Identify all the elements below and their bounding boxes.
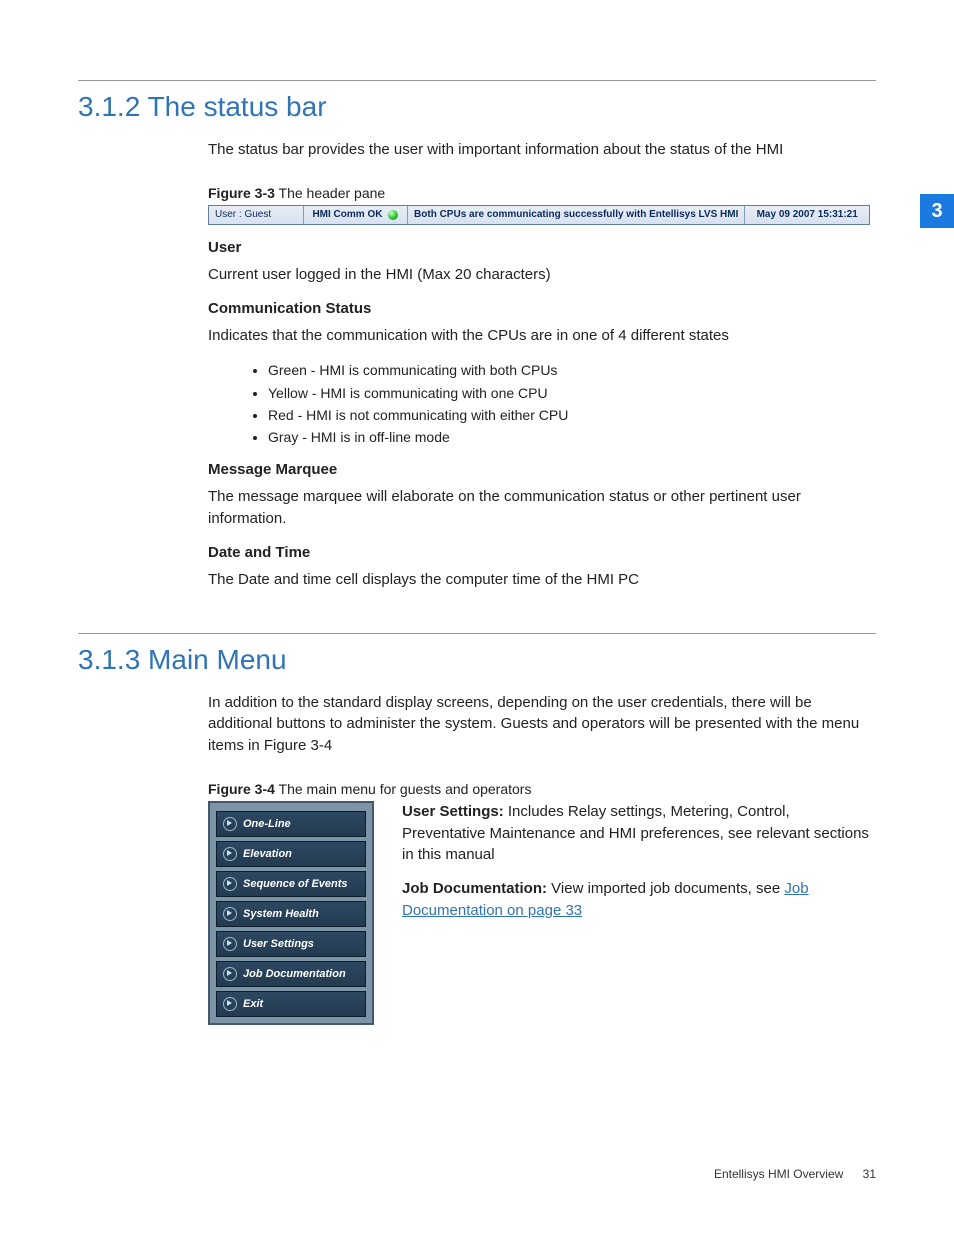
document-page: 3 3.1.2 The status bar The status bar pr… [0, 0, 954, 1235]
heading-3-1-3: 3.1.3 Main Menu [78, 633, 876, 676]
menu-item-label: One-Line [243, 818, 291, 830]
figure-3-4-caption: Figure 3-4 The main menu for guests and … [208, 781, 876, 797]
menu-item-user-settings[interactable]: User Settings [216, 931, 366, 957]
figure-3-3-caption: Figure 3-3 The header pane [208, 185, 876, 201]
menu-item-one-line[interactable]: One-Line [216, 811, 366, 837]
job-documentation-pretext: View imported job documents, see [547, 880, 784, 897]
chapter-tab: 3 [920, 194, 954, 228]
play-icon [223, 937, 237, 951]
subhead-datetime: Date and Time [208, 544, 876, 561]
menu-item-exit[interactable]: Exit [216, 991, 366, 1017]
user-settings-label: User Settings: [402, 803, 504, 820]
menu-item-label: Sequence of Events [243, 878, 348, 890]
statusbar-comm-text: HMI Comm OK [312, 209, 382, 220]
menu-item-label: Elevation [243, 848, 292, 860]
menu-item-label: Exit [243, 998, 263, 1010]
user-settings-description: User Settings: Includes Relay settings, … [402, 801, 876, 866]
figure-3-4-menu-panel: One-Line Elevation Sequence of Events Sy… [208, 801, 374, 1025]
footer-title: Entellisys HMI Overview [714, 1167, 843, 1181]
subhead-user: User [208, 239, 876, 256]
menu-item-label: Job Documentation [243, 968, 346, 980]
play-icon [223, 817, 237, 831]
job-documentation-description: Job Documentation: View imported job doc… [402, 878, 876, 922]
play-icon [223, 967, 237, 981]
figure-3-3-text: The header pane [275, 185, 385, 201]
statusbar-comm-cell: HMI Comm OK [304, 206, 408, 224]
comm-states-list: Green - HMI is communicating with both C… [208, 360, 876, 447]
desc-user: Current user logged in the HMI (Max 20 c… [208, 264, 876, 286]
menu-item-job-documentation[interactable]: Job Documentation [216, 961, 366, 987]
heading-3-1-2: 3.1.2 The status bar [78, 80, 876, 123]
list-item: Gray - HMI is in off-line mode [268, 427, 876, 447]
desc-datetime: The Date and time cell displays the comp… [208, 569, 876, 591]
intro-313: In addition to the standard display scre… [208, 692, 876, 757]
menu-item-label: User Settings [243, 938, 314, 950]
menu-item-sequence-of-events[interactable]: Sequence of Events [216, 871, 366, 897]
intro-312: The status bar provides the user with im… [208, 139, 876, 161]
body-column-313: In addition to the standard display scre… [208, 692, 876, 1025]
menu-item-elevation[interactable]: Elevation [216, 841, 366, 867]
list-item: Red - HMI is not communicating with eith… [268, 405, 876, 425]
figure-3-3-label: Figure 3-3 [208, 185, 275, 201]
play-icon [223, 847, 237, 861]
subhead-comm: Communication Status [208, 300, 876, 317]
page-footer: Entellisys HMI Overview 31 [714, 1167, 876, 1181]
statusbar-user-cell: User : Guest [209, 206, 304, 224]
figure-3-3-statusbar: User : Guest HMI Comm OK Both CPUs are c… [208, 205, 870, 225]
subhead-marquee: Message Marquee [208, 461, 876, 478]
menu-item-label: System Health [243, 908, 319, 920]
list-item: Yellow - HMI is communicating with one C… [268, 383, 876, 403]
figure-3-4-descriptions: User Settings: Includes Relay settings, … [402, 801, 876, 934]
play-icon [223, 997, 237, 1011]
desc-comm: Indicates that the communication with th… [208, 325, 876, 347]
desc-marquee: The message marquee will elaborate on th… [208, 486, 876, 530]
body-column-312: The status bar provides the user with im… [208, 139, 876, 591]
play-icon [223, 907, 237, 921]
play-icon [223, 877, 237, 891]
job-documentation-label: Job Documentation: [402, 880, 547, 897]
menu-item-system-health[interactable]: System Health [216, 901, 366, 927]
figure-3-4-text: The main menu for guests and operators [275, 781, 532, 797]
status-led-icon [388, 210, 398, 220]
statusbar-datetime-cell: May 09 2007 15:31:21 [745, 206, 869, 224]
footer-page-number: 31 [863, 1167, 876, 1181]
list-item: Green - HMI is communicating with both C… [268, 360, 876, 380]
statusbar-message-cell: Both CPUs are communicating successfully… [408, 206, 745, 224]
figure-3-4-label: Figure 3-4 [208, 781, 275, 797]
